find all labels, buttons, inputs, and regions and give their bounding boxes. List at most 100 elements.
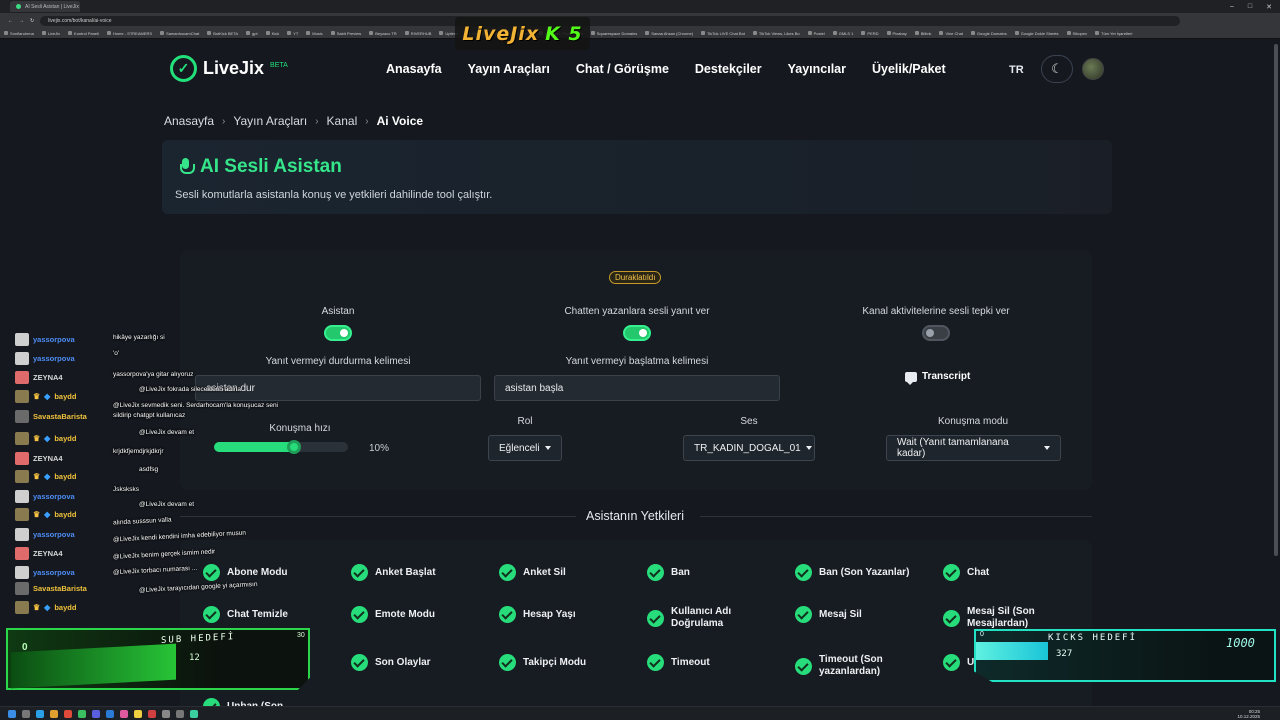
start-icon[interactable] <box>8 709 16 718</box>
nav-item[interactable]: Yayıncılar <box>788 62 846 76</box>
bookmark-item[interactable]: Sibopex <box>1066 31 1087 36</box>
bookmark-item[interactable]: PERD <box>861 31 879 36</box>
app-icon[interactable] <box>134 709 142 718</box>
bookmark-item[interactable]: Tüm Yer İşaretleri <box>1095 31 1132 36</box>
chat-user[interactable]: ZEYNA4 <box>15 452 63 465</box>
app-icon[interactable] <box>92 709 100 718</box>
permission-item[interactable]: Chat Temizle <box>203 606 333 623</box>
permission-item[interactable]: Emote Modu <box>351 606 481 623</box>
app-icon[interactable] <box>78 709 86 718</box>
bookmark-item[interactable]: Sınıflandırma <box>4 31 34 36</box>
chat-user[interactable]: SavastaBarista <box>15 410 87 423</box>
bookmark-item[interactable]: Beyzacc TR <box>369 31 397 36</box>
permission-item[interactable]: Abone Modu <box>203 564 333 581</box>
url-input[interactable]: livejix.com/bot/kanal/ai-voice <box>40 15 1181 26</box>
chat-user[interactable]: yassorpova <box>15 333 75 346</box>
chat-user[interactable]: ♛ ◆ baydd <box>15 470 76 483</box>
chat-user[interactable]: yassorpova <box>15 566 75 579</box>
nav-item[interactable]: Üyelik/Paket <box>872 62 946 76</box>
chat-reply-toggle[interactable] <box>623 325 651 341</box>
browser-tab[interactable]: AI Sesli Asistan | LiveJix <box>10 1 80 12</box>
chat-user[interactable]: ZEYNA4 <box>15 371 63 384</box>
voice-select[interactable]: TR_KADIN_DOGAL_01 <box>683 435 815 461</box>
bookmark-item[interactable]: Squarespace Domains <box>590 31 637 36</box>
permission-item[interactable]: Son Olaylar <box>351 654 481 671</box>
permission-item[interactable]: Mesaj Sil <box>795 606 925 623</box>
permission-item[interactable]: Timeout (Son yazanlardan) <box>795 654 925 678</box>
bookmark-item[interactable]: TikTok LIVE Chat Bot <box>701 31 745 36</box>
system-clock[interactable]: 00:25 10.12.2025 <box>1237 709 1280 719</box>
app-icon[interactable] <box>162 709 170 718</box>
bookmark-item[interactable]: YT <box>287 31 298 36</box>
app-icon[interactable] <box>190 709 198 718</box>
language-selector[interactable]: TR <box>1009 64 1024 76</box>
permission-item[interactable]: Takipçi Modu <box>499 654 629 671</box>
permission-item[interactable]: Ban <box>647 564 777 581</box>
minimize-icon[interactable]: – <box>1230 3 1234 11</box>
bookmark-item[interactable]: Kontrol Paneli <box>68 31 99 36</box>
nav-item[interactable]: Yayın Araçları <box>468 62 550 76</box>
permission-item[interactable]: Ban (Son Yazanlar) <box>795 564 925 581</box>
permission-item[interactable]: Timeout <box>647 654 777 671</box>
reload-icon[interactable]: ↻ <box>30 18 34 24</box>
bookmark-item[interactable]: SamanhocamChat <box>160 31 199 36</box>
maximize-icon[interactable]: □ <box>1248 3 1252 11</box>
app-icon[interactable] <box>36 709 44 718</box>
avatar[interactable] <box>1082 58 1104 80</box>
bookmark-item[interactable]: Music <box>306 31 323 36</box>
speed-slider[interactable] <box>214 440 348 454</box>
bookmark-item[interactable]: BotKick BETA <box>207 31 238 36</box>
permission-item[interactable]: Kullanıcı Adı Doğrulama <box>647 606 777 630</box>
nav-item[interactable]: Chat / Görüşme <box>576 62 669 76</box>
bookmark-item[interactable]: Home - STREAMERS <box>106 31 152 36</box>
theme-toggle-button[interactable]: ☾ <box>1041 55 1073 83</box>
app-icon[interactable] <box>64 709 72 718</box>
breadcrumb-link[interactable]: Kanal <box>327 114 358 128</box>
mode-select[interactable]: Wait (Yanıt tamamlanana kadar) <box>886 435 1061 461</box>
back-icon[interactable]: ← <box>8 18 13 24</box>
bookmark-item[interactable]: Google Dokle Sheets <box>1014 31 1059 36</box>
assistant-toggle[interactable] <box>324 325 352 341</box>
chat-user[interactable]: ♛ ◆ baydd <box>15 432 76 445</box>
bookmark-item[interactable]: LiveJix <box>41 31 60 36</box>
bookmark-item[interactable]: RIVERHUB <box>404 31 431 36</box>
role-select[interactable]: Eğlenceli <box>488 435 562 461</box>
bookmark-item[interactable]: Bitlink <box>914 31 931 36</box>
chat-user[interactable]: yassorpova <box>15 352 75 365</box>
speed-slider-thumb[interactable] <box>287 440 302 454</box>
permission-item[interactable]: Chat <box>943 564 1073 581</box>
forward-icon[interactable]: → <box>19 18 24 24</box>
nav-item[interactable]: Destekçiler <box>695 62 762 76</box>
permission-item[interactable]: Mesaj Sil (Son Mesajlardan) <box>943 606 1073 630</box>
chat-user[interactable]: SavastaBarista <box>15 582 87 595</box>
transcript-button[interactable]: Transcript <box>905 371 970 385</box>
search-icon[interactable] <box>22 709 30 718</box>
bookmark-item[interactable]: Vine Chat <box>939 31 963 36</box>
chat-user[interactable]: yassorpova <box>15 490 75 503</box>
folder-icon[interactable] <box>50 709 58 718</box>
breadcrumb-link[interactable]: Anasayfa <box>164 114 214 128</box>
app-icon[interactable] <box>176 709 184 718</box>
chat-user[interactable]: ZEYNA4 <box>15 547 63 560</box>
page-scrollbar[interactable] <box>1274 44 1278 556</box>
bookmark-item[interactable]: gpt <box>246 31 258 36</box>
bookmark-item[interactable]: Google Domains <box>970 31 1007 36</box>
start-word-input[interactable]: asistan başla <box>494 375 780 401</box>
chat-user[interactable]: yassorpova <box>15 528 75 541</box>
close-icon[interactable]: ✕ <box>1266 3 1272 11</box>
bookmark-item[interactable]: GMLS 1 <box>832 31 853 36</box>
bookmark-item[interactable]: Pixabay <box>886 31 907 36</box>
bookmark-item[interactable]: Postel <box>807 31 825 36</box>
site-logo[interactable]: ✓ LiveJix BETA <box>170 55 288 82</box>
nav-item[interactable]: Anasayfa <box>386 62 442 76</box>
breadcrumb-link[interactable]: Yayın Araçları <box>233 114 307 128</box>
app-icon[interactable] <box>148 709 156 718</box>
bookmark-item[interactable]: Sanaa Ahsan (Chrome) <box>645 31 693 36</box>
bookmark-item[interactable]: Sabit Preview <box>330 31 361 36</box>
chat-user[interactable]: ♛ ◆ baydd <box>15 601 76 614</box>
chat-user[interactable]: ♛ ◆ baydd <box>15 508 76 521</box>
permission-item[interactable]: Anket Sil <box>499 564 629 581</box>
permission-item[interactable]: Anket Başlat <box>351 564 481 581</box>
vscode-icon[interactable] <box>106 709 114 718</box>
bookmark-item[interactable]: Kick <box>265 31 279 36</box>
